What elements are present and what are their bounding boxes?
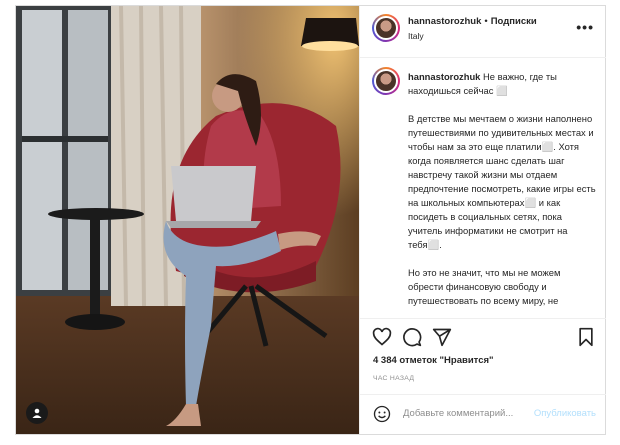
comment-button[interactable] — [402, 327, 422, 347]
follow-button[interactable]: Подписки — [491, 16, 537, 27]
publish-comment-button[interactable]: Опубликовать — [534, 408, 596, 419]
header-separator: • — [484, 16, 488, 27]
post-location[interactable]: Italy — [408, 31, 424, 41]
caption-text: hannastorozhuk Не важно, где ты находишь… — [408, 70, 598, 316]
add-comment-bar: Опубликовать — [360, 394, 606, 434]
header-username-line: hannastorozhuk • Подписки — [408, 16, 537, 27]
comment-input[interactable] — [403, 408, 533, 419]
post-photo-illustration — [16, 6, 359, 434]
smile-icon — [373, 405, 391, 423]
share-button[interactable] — [432, 327, 452, 347]
caption-avatar[interactable] — [372, 67, 400, 95]
post-timestamp: ЧАС НАЗАД — [373, 375, 415, 382]
caption-section: hannastorozhuk Не важно, где ты находишь… — [360, 59, 606, 316]
like-button[interactable] — [372, 327, 392, 347]
tag-button[interactable] — [26, 402, 48, 424]
more-options-icon[interactable]: ••• — [576, 20, 594, 34]
post-sidebar: hannastorozhuk • Подписки Italy ••• hannas… — [359, 6, 606, 434]
action-bar — [360, 318, 606, 354]
post-header: hannastorozhuk • Подписки Italy ••• — [360, 6, 606, 58]
post-photo[interactable] — [16, 6, 359, 434]
bookmark-icon — [579, 327, 593, 347]
emoji-button[interactable] — [373, 405, 391, 423]
heart-icon — [372, 327, 392, 346]
comment-icon — [403, 328, 422, 347]
caption-paragraph-1: В детстве мы мечтаем о жизни наполнено п… — [408, 113, 596, 250]
avatar[interactable] — [372, 14, 400, 42]
save-button[interactable] — [576, 327, 596, 347]
post-card: hannastorozhuk • Подписки Italy ••• hannas… — [15, 5, 606, 435]
person-tag-icon — [32, 408, 42, 418]
caption-username[interactable]: hannastorozhuk — [408, 71, 480, 82]
likes-count[interactable]: 4 384 отметок "Нравится" — [373, 355, 494, 366]
caption-paragraph-2: Но это не значит, что мы не можем обрест… — [408, 267, 561, 306]
header-username[interactable]: hannastorozhuk — [408, 16, 481, 27]
share-icon — [432, 328, 452, 347]
